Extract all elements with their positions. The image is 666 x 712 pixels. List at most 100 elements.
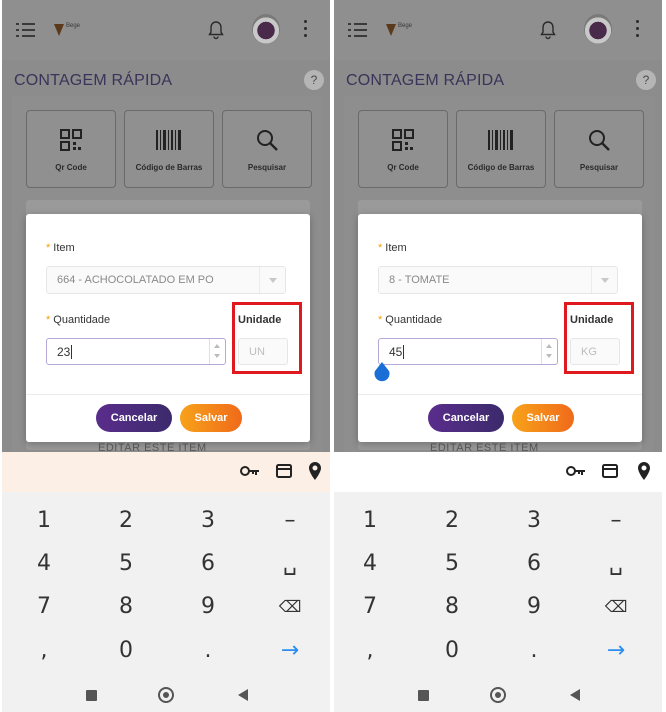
qr-code-button[interactable]: Qr Code xyxy=(26,110,116,188)
key-icon[interactable] xyxy=(566,464,586,478)
key-1[interactable]: 1 xyxy=(334,500,410,542)
key-2[interactable]: 2 xyxy=(86,500,166,542)
search-button[interactable]: Pesquisar xyxy=(222,110,312,188)
quantity-input[interactable]: 45 xyxy=(378,338,558,365)
key-8[interactable]: 8 xyxy=(86,586,166,628)
user-avatar[interactable] xyxy=(584,14,612,44)
screen-separator xyxy=(331,0,333,712)
quantity-label: * Quantidade xyxy=(46,314,111,326)
bell-icon[interactable] xyxy=(208,20,224,40)
key-5[interactable]: 5 xyxy=(86,543,166,585)
quantity-value: 45 xyxy=(389,345,403,359)
search-icon xyxy=(589,130,610,151)
home-icon[interactable] xyxy=(158,687,174,703)
top-bar: Bege xyxy=(334,0,662,60)
key-6[interactable]: 6 xyxy=(494,543,574,585)
unit-highlight-box xyxy=(232,302,302,374)
key-icon[interactable] xyxy=(240,464,260,478)
app-logo: Bege xyxy=(54,22,90,38)
help-button[interactable]: ? xyxy=(636,70,656,90)
save-button[interactable]: Salvar xyxy=(512,404,574,432)
qr-code-label: Qr Code xyxy=(55,163,87,172)
recents-icon[interactable] xyxy=(86,690,97,701)
search-label: Pesquisar xyxy=(247,163,287,172)
chevron-down-icon[interactable] xyxy=(259,267,285,293)
keyboard-toolbar xyxy=(334,452,662,492)
keyboard-toolbar xyxy=(2,452,330,492)
key-next[interactable]: → xyxy=(250,630,330,672)
recents-icon[interactable] xyxy=(418,690,429,701)
key-minus[interactable]: – xyxy=(250,500,330,542)
back-icon[interactable] xyxy=(238,689,248,701)
item-label: * Item xyxy=(46,242,75,254)
more-options-icon[interactable] xyxy=(304,20,308,38)
key-5[interactable]: 5 xyxy=(412,543,492,585)
menu-icon[interactable] xyxy=(16,22,36,38)
chevron-down-icon[interactable] xyxy=(591,267,617,293)
quantity-input[interactable]: 23 xyxy=(46,338,226,365)
key-comma[interactable]: , xyxy=(4,630,84,672)
barcode-label: Código de Barras xyxy=(467,163,535,172)
item-select[interactable]: 664 - ACHOCOLATADO EM PO xyxy=(46,266,286,294)
home-icon[interactable] xyxy=(490,687,506,703)
numeric-keyboard: 1 2 3 – 4 5 6 ␣ 7 8 9 ⌫ , 0 . → xyxy=(334,492,662,712)
qr-code-icon xyxy=(60,129,82,151)
key-minus[interactable]: – xyxy=(576,500,656,542)
edit-item-link[interactable]: EDITAR ESTE ITEM xyxy=(430,442,539,452)
back-icon[interactable] xyxy=(570,689,580,701)
count-modal: * Item 8 - TOMATE * Quantidade 45 Unidade … xyxy=(358,214,642,442)
key-1[interactable]: 1 xyxy=(4,500,84,542)
key-4[interactable]: 4 xyxy=(334,543,410,585)
key-3[interactable]: 3 xyxy=(168,500,248,542)
cancel-button[interactable]: Cancelar xyxy=(96,404,172,432)
cancel-button[interactable]: Cancelar xyxy=(428,404,504,432)
key-comma[interactable]: , xyxy=(334,630,410,672)
key-backspace[interactable]: ⌫ xyxy=(250,586,330,628)
key-2[interactable]: 2 xyxy=(412,500,492,542)
edit-item-link[interactable]: EDITAR ESTE ITEM xyxy=(98,442,207,452)
barcode-icon xyxy=(156,130,181,150)
quantity-stepper[interactable] xyxy=(541,339,557,364)
qr-code-label: Qr Code xyxy=(387,163,419,172)
barcode-icon xyxy=(488,130,513,150)
quantity-value: 23 xyxy=(57,345,71,359)
location-icon[interactable] xyxy=(638,462,650,480)
save-button[interactable]: Salvar xyxy=(180,404,242,432)
quantity-label: * Quantidade xyxy=(378,314,443,326)
key-6[interactable]: 6 xyxy=(168,543,248,585)
card-icon[interactable] xyxy=(602,464,618,478)
key-space[interactable]: ␣ xyxy=(250,543,330,585)
key-8[interactable]: 8 xyxy=(412,586,492,628)
key-space[interactable]: ␣ xyxy=(576,543,656,585)
qr-code-button[interactable]: Qr Code xyxy=(358,110,448,188)
key-period[interactable]: . xyxy=(168,630,248,672)
key-4[interactable]: 4 xyxy=(4,543,84,585)
item-label: * Item xyxy=(378,242,407,254)
help-button[interactable]: ? xyxy=(304,70,324,90)
item-select-value: 664 - ACHOCOLATADO EM PO xyxy=(57,274,214,286)
location-icon[interactable] xyxy=(309,462,321,480)
key-period[interactable]: . xyxy=(494,630,574,672)
menu-icon[interactable] xyxy=(348,22,368,38)
key-7[interactable]: 7 xyxy=(4,586,84,628)
key-3[interactable]: 3 xyxy=(494,500,574,542)
text-cursor-handle-icon[interactable] xyxy=(374,362,390,382)
more-options-icon[interactable] xyxy=(636,20,640,38)
page-title: CONTAGEM RÁPIDA xyxy=(14,72,173,89)
search-button[interactable]: Pesquisar xyxy=(554,110,644,188)
key-backspace[interactable]: ⌫ xyxy=(576,586,656,628)
barcode-button[interactable]: Código de Barras xyxy=(124,110,214,188)
key-0[interactable]: 0 xyxy=(86,630,166,672)
key-9[interactable]: 9 xyxy=(494,586,574,628)
item-select[interactable]: 8 - TOMATE xyxy=(378,266,618,294)
android-nav-bar xyxy=(334,682,662,712)
quantity-stepper[interactable] xyxy=(209,339,225,364)
bell-icon[interactable] xyxy=(540,20,556,40)
key-next[interactable]: → xyxy=(576,630,656,672)
key-7[interactable]: 7 xyxy=(334,586,410,628)
user-avatar[interactable] xyxy=(252,14,280,44)
key-9[interactable]: 9 xyxy=(168,586,248,628)
key-0[interactable]: 0 xyxy=(412,630,492,672)
card-icon[interactable] xyxy=(276,464,292,478)
barcode-button[interactable]: Código de Barras xyxy=(456,110,546,188)
